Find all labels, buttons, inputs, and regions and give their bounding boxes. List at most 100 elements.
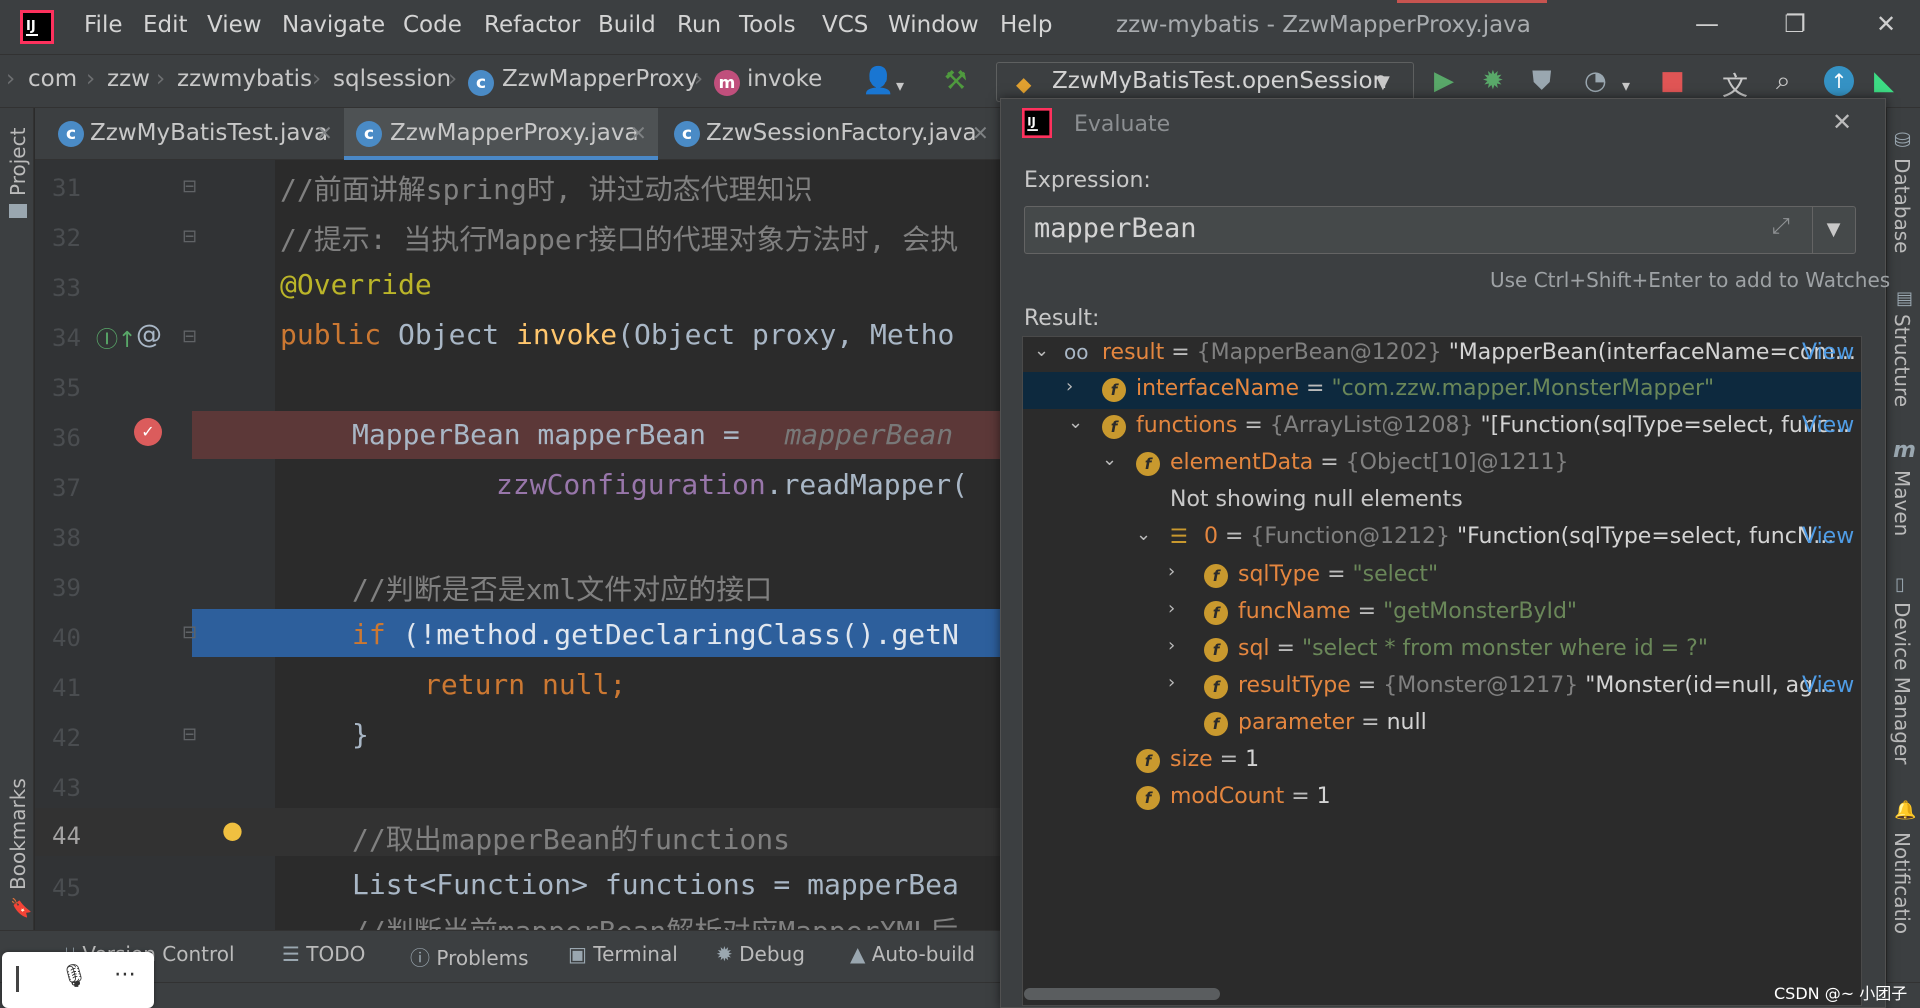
horizontal-scrollbar[interactable]	[1024, 988, 1220, 1000]
code-line-45[interactable]: List<Function> functions = mapperBea	[352, 868, 959, 901]
code-line-37[interactable]: zzwConfiguration.readMapper(	[496, 468, 968, 501]
close-icon[interactable]: ✕	[1832, 108, 1852, 136]
breadcrumb-zzwmapperproxy[interactable]: ZzwMapperProxy	[502, 66, 698, 92]
fold-icon[interactable]: ⊟	[182, 622, 197, 643]
stop-icon[interactable]: ■	[1660, 66, 1685, 96]
fold-icon[interactable]: ⊟	[182, 724, 197, 745]
user-icon[interactable]: 👤	[862, 66, 894, 96]
close-tab-icon[interactable]: ✕	[630, 121, 647, 145]
fold-icon[interactable]: ⊟	[182, 176, 197, 197]
view-link[interactable]: View	[1802, 413, 1854, 438]
tree-row[interactable]: parameter = null	[1238, 710, 1427, 735]
tree-row[interactable]: sql = "select * from monster where id = …	[1238, 636, 1708, 661]
close-window-icon[interactable]: ✕	[1871, 10, 1901, 38]
view-link[interactable]: View	[1802, 673, 1854, 698]
debug-bug-icon[interactable]: ✹	[1482, 66, 1504, 96]
menu-code[interactable]: Code	[403, 12, 462, 38]
tree-row[interactable]: size = 1	[1170, 747, 1259, 772]
jetbrains-toolbox-icon[interactable]: ◣	[1874, 66, 1894, 96]
code-line-39[interactable]: //判断是否是xml文件对应的接口	[352, 568, 772, 608]
more-options-icon[interactable]: ⋯	[114, 962, 136, 987]
auto-build-tool-button[interactable]: ▲ Auto-build	[850, 942, 975, 966]
menu-file[interactable]: File	[84, 12, 123, 38]
problems-tool-button[interactable]: ⓘ Problems	[410, 942, 529, 971]
expand-arrow-icon[interactable]: ›	[1066, 376, 1073, 397]
tree-row[interactable]: modCount = 1	[1170, 784, 1331, 809]
menu-view[interactable]: View	[207, 12, 262, 38]
microphone-icon[interactable]: 🎙	[60, 964, 88, 989]
menu-help[interactable]: Help	[1000, 12, 1052, 38]
view-link[interactable]: View	[1802, 340, 1854, 365]
tab-zzwmybatistest[interactable]: c ZzwMyBatisTest.java ✕	[48, 108, 344, 160]
expand-arrow-icon[interactable]: ›	[1168, 672, 1175, 693]
structure-tool-button[interactable]: Structure	[1890, 314, 1914, 407]
tree-row[interactable]: result = {MapperBean@1202} "MapperBean(i…	[1102, 340, 1856, 365]
lightbulb-icon[interactable]: ●	[222, 816, 243, 844]
menu-refactor[interactable]: Refactor	[484, 12, 580, 38]
code-line-34[interactable]: public Object invoke(Object proxy, Metho	[280, 318, 954, 351]
device-manager-tool-button[interactable]: Device Manager	[1890, 602, 1914, 764]
fold-icon[interactable]: ⊟	[182, 226, 197, 247]
close-tab-icon[interactable]: ✕	[972, 121, 989, 145]
code-line-36[interactable]: MapperBean mapperBean = mapperBean	[352, 418, 953, 451]
breadcrumb-zzwmybatis[interactable]: zzwmybatis	[177, 66, 312, 92]
tab-zzwsessionfactory[interactable]: c ZzwSessionFactory.java ✕	[664, 108, 1000, 160]
menu-run[interactable]: Run	[677, 12, 721, 38]
update-icon[interactable]: ↑	[1824, 66, 1854, 96]
collapse-arrow-icon[interactable]: ⌄	[1102, 449, 1117, 470]
terminal-tool-button[interactable]: ▣ Terminal	[568, 942, 678, 966]
database-tool-button[interactable]: Database	[1890, 158, 1914, 253]
code-line-33[interactable]: @Override	[280, 268, 432, 301]
collapse-arrow-icon[interactable]: ⌄	[1068, 412, 1083, 433]
expand-arrow-icon[interactable]: ›	[1168, 598, 1175, 619]
code-line-41[interactable]: return null;	[424, 668, 626, 701]
minimize-icon[interactable]: —	[1692, 10, 1722, 38]
menu-navigate[interactable]: Navigate	[282, 12, 385, 38]
close-tab-icon[interactable]: ✕	[316, 121, 333, 145]
tree-row[interactable]: 0 = {Function@1212} "Function(sqlType=se…	[1204, 524, 1834, 549]
bookmarks-tool-button[interactable]: Bookmarks	[6, 778, 30, 890]
run-icon[interactable]: ▶	[1434, 66, 1454, 96]
chevron-down-icon[interactable]: ▾	[1622, 76, 1630, 95]
override-marker-icon[interactable]: @	[136, 320, 162, 350]
tree-row[interactable]: sqlType = "select"	[1238, 562, 1438, 587]
expand-arrow-icon[interactable]: ›	[1168, 635, 1175, 656]
implements-marker-icon[interactable]: Ⓘ↑	[96, 322, 136, 354]
code-line-46[interactable]: //判断当前mapperBean解析对应MapperXML后	[352, 910, 958, 930]
breadcrumb-sqlsession[interactable]: sqlsession	[333, 66, 451, 92]
view-link[interactable]: View	[1802, 524, 1854, 549]
breadcrumb-zzw[interactable]: zzw	[107, 66, 150, 92]
breadcrumb-com[interactable]: com	[28, 66, 77, 92]
tree-row[interactable]: funcName = "getMonsterById"	[1238, 599, 1577, 624]
collapse-arrow-icon[interactable]: ⌄	[1034, 340, 1049, 361]
tree-row[interactable]: functions = {ArrayList@1208} "[Function(…	[1136, 413, 1850, 438]
history-dropdown-icon[interactable]: ▼	[1812, 207, 1854, 253]
restore-icon[interactable]: ❐	[1780, 10, 1810, 38]
search-icon[interactable]: ⌕	[1776, 66, 1791, 97]
chevron-down-icon[interactable]: ▼	[1376, 72, 1390, 93]
build-hammer-icon[interactable]: ⚒	[944, 66, 967, 96]
expression-value[interactable]: mapperBean	[1034, 213, 1197, 244]
tree-row[interactable]: elementData = {Object[10]@1211}	[1170, 450, 1568, 475]
expand-icon[interactable]: ⤢	[1772, 214, 1790, 239]
tree-row[interactable]: resultType = {Monster@1217} "Monster(id=…	[1238, 673, 1834, 698]
code-line-32[interactable]: //提示: 当执行Mapper接口的代理对象方法时, 会执	[280, 218, 958, 258]
expand-arrow-icon[interactable]: ›	[1168, 561, 1175, 582]
breakpoint-icon[interactable]: ✓	[134, 418, 162, 446]
todo-tool-button[interactable]: ☰ TODO	[282, 942, 365, 966]
fold-icon[interactable]: ⊟	[182, 326, 197, 347]
menu-window[interactable]: Window	[888, 12, 979, 38]
input-method-toolbar[interactable]: 🎙 ⋯	[2, 952, 154, 1008]
coverage-icon[interactable]: ⛊	[1532, 66, 1552, 97]
code-line-44[interactable]: //取出mapperBean的functions	[352, 818, 790, 858]
menu-vcs[interactable]: VCS	[822, 12, 868, 38]
menu-tools[interactable]: Tools	[739, 12, 796, 38]
breadcrumb-invoke[interactable]: invoke	[747, 66, 822, 92]
collapse-arrow-icon[interactable]: ⌄	[1136, 524, 1151, 545]
notifications-tool-button[interactable]: Notificatio	[1890, 832, 1914, 934]
debug-tool-button[interactable]: ✹ Debug	[716, 942, 805, 966]
menu-build[interactable]: Build	[598, 12, 656, 38]
chevron-down-icon[interactable]: ▾	[896, 76, 904, 95]
menu-edit[interactable]: Edit	[143, 12, 188, 38]
code-line-40[interactable]: if (!method.getDeclaringClass().getN	[352, 618, 959, 651]
